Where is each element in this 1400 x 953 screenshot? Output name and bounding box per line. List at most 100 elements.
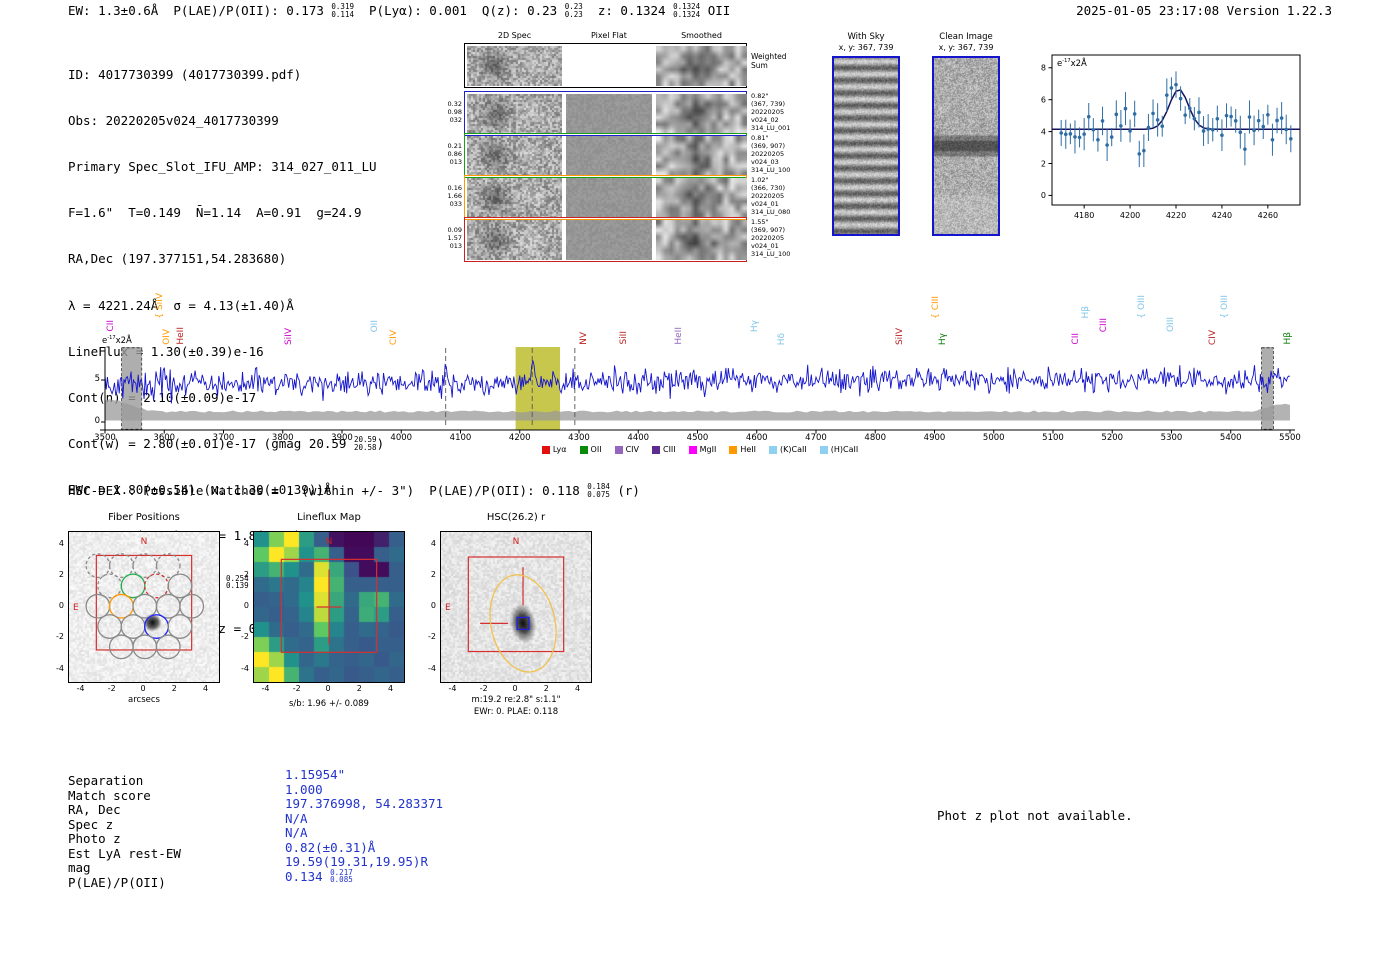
x-tick-label: -2 xyxy=(474,684,494,693)
x-tick-label: 4900 xyxy=(915,433,955,443)
data-point xyxy=(1133,112,1137,116)
lineflux-map-overlay: N xyxy=(254,532,404,682)
data-point xyxy=(1151,112,1155,116)
data-point xyxy=(1179,97,1183,101)
x-tick-label: 3700 xyxy=(204,433,244,443)
annotation-line: 1.02" xyxy=(751,176,790,184)
match-value-text: 19.59(19.31,19.95)R xyxy=(285,854,428,869)
annotation-line: Sum xyxy=(751,61,787,70)
y-tick-label: -4 xyxy=(410,664,436,673)
match-row-label: Est LyA rest-EW xyxy=(68,846,181,861)
smoothed-image xyxy=(656,220,747,260)
uncertainty-fraction: 0.2170.085 xyxy=(330,869,353,884)
compass-east-label: E xyxy=(445,603,451,613)
y-tick-label: 4 xyxy=(410,539,436,548)
data-point xyxy=(1073,135,1077,139)
compass-north-label: N xyxy=(326,537,333,547)
data-point xyxy=(1105,143,1109,147)
data-point xyxy=(1137,152,1141,156)
annotation-line: 0.82" xyxy=(751,92,790,100)
data-point xyxy=(1183,113,1187,117)
annotation-line: 0.81" xyxy=(751,134,790,142)
fraction-lower: 0.139 xyxy=(226,582,249,590)
x-tick-label: 3900 xyxy=(322,433,362,443)
x-tick-label: 2 xyxy=(164,684,184,693)
line-marker-label: HeII xyxy=(674,327,685,345)
main-spectrum-plot xyxy=(0,347,1400,437)
y-tick-label: -2 xyxy=(410,632,436,641)
compass-north-label: N xyxy=(513,537,520,547)
match-row-label: P(LAE)/P(OII) xyxy=(68,875,166,890)
line-marker-label: CIV xyxy=(1208,330,1219,345)
arcsecs-label: arcsecs xyxy=(68,695,220,705)
legend-swatch xyxy=(542,446,550,454)
x-tick-label: -4 xyxy=(256,684,276,693)
fraction-lower: 0.085 xyxy=(330,876,353,884)
match-row-label: Photo z xyxy=(68,831,121,846)
fiber-positions-title: Fiber Positions xyxy=(68,512,220,523)
data-point xyxy=(1124,107,1128,111)
x-tick-label: 3500 xyxy=(85,433,125,443)
y-tick-label: -4 xyxy=(223,664,249,673)
weight-value: 0.09 xyxy=(430,226,462,234)
qz-uncertainty: 0.23 0.23 xyxy=(565,3,583,18)
cutout-row-annotation: 1.55"(369, 907)20220205v024_01314_LU_100 xyxy=(751,218,790,258)
line-marker-label: Hδ xyxy=(777,333,788,345)
spectrum-legend: LyαOIICIVCIIIMgIIHeII(K)CaII(H)CaII xyxy=(0,445,1400,454)
x-tick-label: 0 xyxy=(505,684,525,693)
line-marker-label: Hγ xyxy=(750,320,761,332)
cutout-row-weights: 0.320.98032 xyxy=(430,100,462,124)
x-tick-label: 4260 xyxy=(1258,211,1278,220)
seeing-throughput: F=1.6" T=0.149 N̄=1.14 A=0.91 g=24.9 xyxy=(68,205,384,221)
fiber-circle xyxy=(156,554,180,578)
cutout-row-annotation: 0.81"(369, 907)20220205v024_03314_LU_100 xyxy=(751,134,790,174)
data-point xyxy=(1101,119,1105,123)
fiber-circle xyxy=(110,635,134,659)
with-sky-panel xyxy=(832,56,900,236)
2d-spec-image xyxy=(467,178,562,218)
match-value-text: N/A xyxy=(285,811,308,826)
2d-spec-image xyxy=(467,46,562,86)
annotation-line: 20220205 xyxy=(751,234,790,242)
data-point xyxy=(1197,111,1201,115)
weight-value: 0.98 xyxy=(430,108,462,116)
line-marker-label: Hγ xyxy=(938,333,949,345)
line-marker-label: OIII xyxy=(1166,317,1177,332)
x-tick-label: -4 xyxy=(71,684,91,693)
annotation-line: (369, 907) xyxy=(751,226,790,234)
x-tick-label: 3600 xyxy=(144,433,184,443)
z-uncertainty: 0.1324 0.1324 xyxy=(673,3,700,18)
cutout-row-weights: 0.210.86013 xyxy=(430,142,462,166)
data-point xyxy=(1188,106,1192,110)
x-tick-label: 5500 xyxy=(1270,433,1310,443)
hsc-cutout-panel: NE xyxy=(440,531,592,683)
catalog-position-box xyxy=(517,617,529,629)
clean-image-coords: x, y: 367, 739 xyxy=(920,43,1012,52)
pixel-flat-image xyxy=(566,136,652,176)
x-tick-label: 4220 xyxy=(1166,211,1186,220)
2d-spec-image xyxy=(467,220,562,260)
smoothed-image xyxy=(656,178,747,218)
data-point xyxy=(1284,128,1288,132)
pixel-flat-image xyxy=(566,178,652,218)
data-point xyxy=(1257,119,1261,123)
x-tick-label: -4 xyxy=(443,684,463,693)
data-point xyxy=(1174,83,1178,87)
data-point xyxy=(1193,117,1197,121)
error-band xyxy=(105,399,1290,420)
observation-id: Obs: 20220205v024_4017730399 xyxy=(68,112,384,128)
data-point xyxy=(1238,130,1242,134)
x-tick-label: 4500 xyxy=(678,433,718,443)
legend-swatch xyxy=(615,446,623,454)
line-marker-label: SiIV xyxy=(895,328,906,345)
fiber-circle xyxy=(121,615,145,639)
x-tick-label: 2 xyxy=(536,684,556,693)
data-point xyxy=(1156,118,1160,122)
weight-value: 0.21 xyxy=(430,142,462,150)
line-marker-label: Hβ xyxy=(1081,306,1092,319)
annotation-line: 1.55" xyxy=(751,218,790,226)
summary-header: EW: 1.3±0.6Å P(LAE)/P(OII): 0.173 0.319 … xyxy=(68,3,730,18)
x-tick-label: 5000 xyxy=(974,433,1014,443)
fiber-circle xyxy=(86,554,110,578)
x-tick-label: 5200 xyxy=(1092,433,1132,443)
